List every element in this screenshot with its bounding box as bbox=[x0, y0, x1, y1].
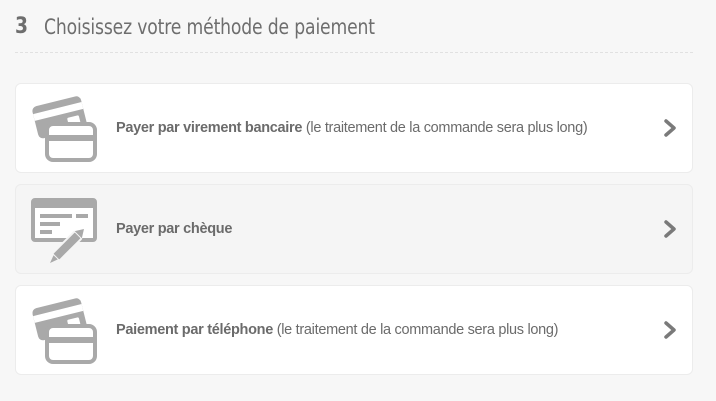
chevron-right-icon[interactable] bbox=[662, 321, 678, 339]
payment-option-cheque[interactable]: Payer par chèque bbox=[15, 184, 693, 274]
cheque-pen-icon bbox=[31, 198, 97, 263]
option-note: (le traitement de la commande sera plus … bbox=[272, 322, 559, 338]
step-header: 3 Choisissez votre méthode de paiement bbox=[15, 14, 693, 53]
chevron-right-icon[interactable] bbox=[662, 119, 678, 137]
bank-card-icon bbox=[32, 96, 97, 162]
payment-option-bank-transfer[interactable]: Payer par virement bancaire (le traiteme… bbox=[15, 83, 693, 173]
chevron-right-icon[interactable] bbox=[662, 220, 678, 238]
phone-card-icon bbox=[32, 298, 97, 364]
payment-option-phone[interactable]: Paiement par téléphone (le traitement de… bbox=[15, 285, 693, 375]
payment-options-list: Payer par virement bancaire (le traiteme… bbox=[15, 83, 693, 386]
payment-option-label: Payer par virement bancaire (le traiteme… bbox=[116, 84, 588, 172]
option-title: Payer par virement bancaire bbox=[116, 120, 303, 136]
option-title: Paiement par téléphone bbox=[116, 322, 273, 338]
option-note: (le traitement de la commande sera plus … bbox=[302, 120, 588, 136]
option-title: Payer par chèque bbox=[116, 221, 233, 237]
step-number: 3 bbox=[15, 14, 29, 39]
payment-option-label: Paiement par téléphone (le traitement de… bbox=[116, 286, 559, 374]
page-title: Choisissez votre méthode de paiement bbox=[44, 15, 376, 39]
payment-option-label: Payer par chèque bbox=[116, 185, 232, 273]
